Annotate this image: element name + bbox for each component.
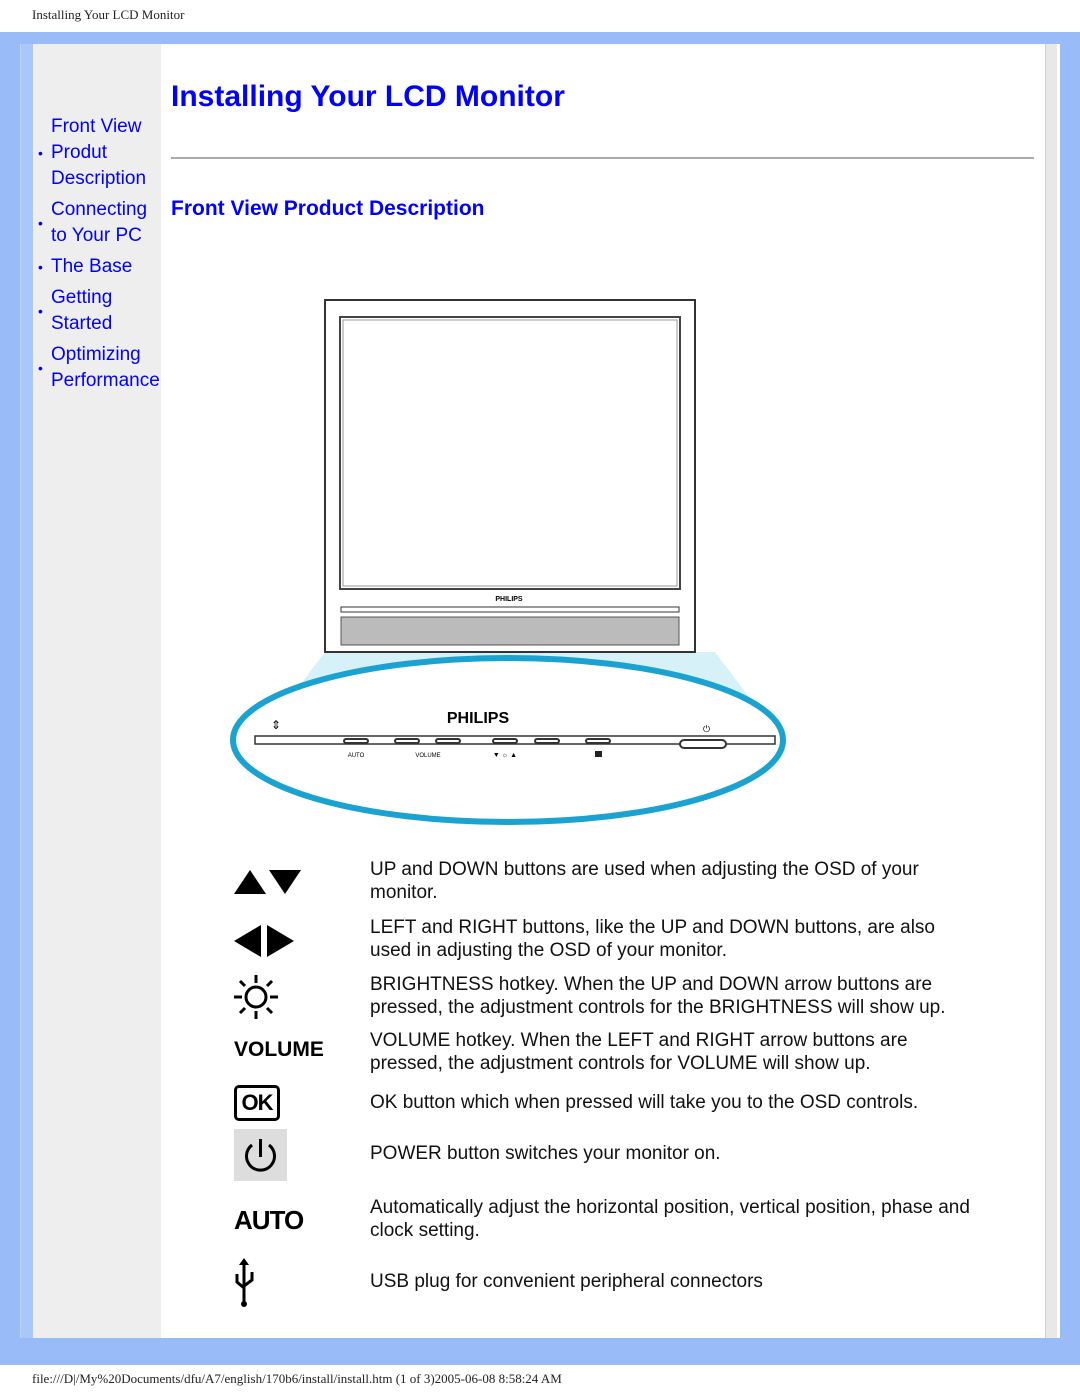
divider	[171, 157, 1034, 159]
auto-label: AUTO	[234, 1205, 304, 1235]
monitor-screen	[339, 316, 681, 590]
brightness-icon	[234, 975, 278, 1019]
left-right-arrows-icon	[234, 925, 294, 957]
frame-border	[20, 44, 33, 1338]
scrollbar[interactable]	[1045, 44, 1060, 1338]
ok-icon: OK	[234, 1085, 280, 1121]
link-text: Description	[51, 168, 147, 189]
feature-description: UP and DOWN buttons are used when adjust…	[370, 859, 919, 903]
link-text: Connecting	[51, 199, 148, 220]
feature-description: VOLUME hotkey. When the LEFT and RIGHT a…	[370, 1030, 908, 1074]
page-title: Installing Your LCD Monitor	[171, 80, 565, 113]
section-title: Front View Product Description	[171, 197, 485, 220]
up-down-arrows-icon	[234, 870, 301, 894]
svg-text:⏻: ⏻	[703, 724, 710, 734]
brand-logo: PHILIPS	[447, 710, 510, 727]
monitor-front-diagram: PHILIPS PHILIPS AUTO VOLUME ▼ ☼ ▲ ⇕ ⏻	[230, 299, 786, 825]
brand-small: PHILIPS	[495, 596, 523, 603]
link-text: Performance	[51, 370, 160, 391]
link-text: The Base	[51, 256, 133, 277]
feature-description: OK button which when pressed will take y…	[370, 1092, 919, 1113]
speaker-grille	[340, 616, 680, 646]
svg-text:VOLUME: VOLUME	[415, 753, 440, 759]
link-text: Getting	[51, 287, 113, 308]
power-icon	[234, 1129, 287, 1181]
sidebar-item-getting-started[interactable]: • Getting Started	[38, 285, 163, 337]
sidebar-item-connecting[interactable]: • Connecting to Your PC	[38, 197, 163, 249]
usb-icon	[235, 1258, 254, 1307]
feature-description: POWER button switches your monitor on.	[370, 1143, 721, 1164]
link-text: Front View	[51, 116, 142, 137]
link-text: to Your PC	[51, 225, 142, 246]
sidebar-item-front-view[interactable]: • Front View Produt Description	[38, 114, 163, 192]
link-text: Produt	[51, 142, 107, 163]
link-text: Started	[51, 313, 113, 334]
svg-text:▼ ☼ ▲: ▼ ☼ ▲	[493, 752, 517, 759]
sidebar-nav: • Front View Produt Description • Connecting…	[38, 114, 163, 399]
feature-description: Automatically adjust the horizontal posi…	[370, 1197, 970, 1241]
sidebar-item-the-base[interactable]: • The Base	[38, 254, 163, 280]
svg-text:⇕: ⇕	[271, 718, 281, 732]
feature-description: USB plug for convenient peripheral conne…	[370, 1271, 763, 1292]
footer-path: file:///D|/My%20Documents/dfu/A7/english…	[32, 1371, 562, 1386]
window-title: Installing Your LCD Monitor	[32, 7, 185, 22]
svg-text:AUTO: AUTO	[348, 753, 365, 759]
feature-description: LEFT and RIGHT buttons, like the UP and …	[370, 917, 935, 961]
sidebar-item-optimizing[interactable]: • Optimizing Performance	[38, 342, 163, 394]
volume-label: VOLUME	[234, 1038, 324, 1061]
feature-description: BRIGHTNESS hotkey. When the UP and DOWN …	[370, 974, 946, 1018]
link-text: Optimizing	[51, 344, 141, 365]
